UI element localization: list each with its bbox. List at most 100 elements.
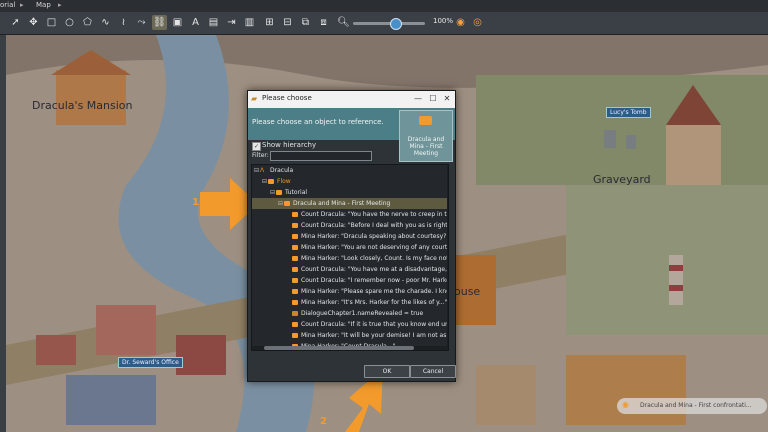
cancel-button[interactable]: Cancel	[410, 365, 456, 378]
tree-row[interactable]: Mina Harker: "It's Mrs. Harker for the l…	[252, 297, 448, 308]
dracula-logo-icon: Λ	[260, 167, 265, 174]
dialog-prompt: Please choose an object to reference.	[252, 118, 384, 126]
dialogue-line-icon	[292, 245, 298, 250]
location-label-mansion: Dracula's Mansion	[32, 99, 133, 112]
dialogue-pin-icon: ◉	[622, 400, 629, 409]
tree-row[interactable]: DialogueChapter1.nameRevealed = true	[252, 308, 448, 319]
ok-button[interactable]: OK	[364, 365, 410, 378]
show-hierarchy-label: Show hierarchy	[262, 141, 317, 149]
dialogue-line-icon	[292, 278, 298, 283]
bottom-reference-label: Dracula and Mina - First confrontati...	[640, 402, 752, 409]
visibility-icon[interactable]: ◉	[453, 15, 468, 30]
location-label-graveyard: Graveyard	[593, 173, 651, 186]
tree-row[interactable]: Mina Harker: "Dracula speaking about cou…	[252, 231, 449, 242]
dialogue-line-icon	[292, 212, 298, 217]
front-tool-icon[interactable]: ⧉	[298, 15, 313, 30]
tree-row[interactable]: Count Dracula: "If it is true that you k…	[252, 319, 449, 330]
menu-arrow-icon: ▸	[58, 1, 62, 9]
dialog-header: Please choose an object to reference. Dr…	[248, 108, 455, 162]
tree-row[interactable]: ⊟ Dracula and Mina - First Meeting	[252, 198, 448, 209]
tree-row-label: Dracula	[270, 167, 294, 174]
rectangle-tool-icon[interactable]: □	[44, 15, 59, 30]
dialogue-line-icon	[292, 333, 298, 338]
dialog-titlebar[interactable]: ▰ Please choose — ☐ ✕	[248, 91, 455, 108]
tree-row-label: Mina Harker: "Please spare me the charad…	[301, 288, 449, 295]
import-tool-icon[interactable]: ⇥	[224, 15, 239, 30]
pin-lucys-tomb[interactable]: Lucy's Tomb	[606, 107, 651, 118]
filter-label: Filter:	[252, 152, 269, 159]
tree-row-label: Tutorial	[285, 189, 308, 196]
tree-row[interactable]: Count Dracula: "You have me at a disadva…	[252, 264, 449, 275]
tree-row[interactable]: ⊟ Flow	[252, 176, 448, 187]
tree-row[interactable]: Mina Harker: "You are not deserving of a…	[252, 242, 449, 253]
text-tool-icon[interactable]: A	[188, 15, 203, 30]
tree-row-label: DialogueChapter1.nameRevealed = true	[301, 310, 424, 317]
annotation-number-2: 2	[320, 416, 327, 427]
curve-tool-icon[interactable]: ∿	[98, 15, 113, 30]
tree-row-label: Count Dracula: "You have me at a disadva…	[301, 266, 449, 273]
tree-row[interactable]: ⊟ Tutorial	[252, 187, 448, 198]
tree-vertical-scroll-thumb[interactable]	[448, 181, 449, 205]
dialogue-line-icon	[292, 223, 298, 228]
tree-row-label: Count Dracula: "Before I deal with you a…	[301, 222, 449, 229]
align-tool-icon[interactable]: ⊞	[262, 15, 277, 30]
flow-folder-icon	[276, 190, 282, 195]
tree-row-label: Mina Harker: "Look closely, Count. Is my…	[301, 255, 449, 262]
tree-row-label: Count Dracula: "You have the nerve to cr…	[301, 211, 449, 218]
dialogue-icon	[284, 201, 290, 206]
tree-row-label: Mina Harker: "It's Mrs. Harker for the l…	[301, 299, 448, 306]
pointer-tool-icon[interactable]: ➚	[8, 15, 23, 30]
tree-row[interactable]: Mina Harker: "Please spare me the charad…	[252, 286, 449, 297]
menu-tutorial[interactable]: orial	[0, 1, 15, 9]
please-choose-dialog: ▰ Please choose — ☐ ✕ Please choose an o…	[247, 90, 456, 382]
preview-label: Dracula and Mina - First Meeting	[407, 136, 445, 157]
tree-row[interactable]: Count Dracula: "You have the nerve to cr…	[252, 209, 449, 220]
filter-input[interactable]	[270, 151, 372, 161]
tree-row-label: Mina Harker: "It will be your demise! I …	[301, 332, 449, 339]
visibility-alt-icon[interactable]: ◎	[470, 15, 485, 30]
menu-map[interactable]: Map	[36, 1, 51, 9]
tree-row[interactable]: Count Dracula: "Before I deal with you a…	[252, 220, 449, 231]
dialogue-icon	[419, 116, 432, 125]
grid-tool-icon[interactable]: ⊟	[280, 15, 295, 30]
maximize-icon[interactable]: ☐	[428, 94, 438, 104]
image-tool-icon[interactable]: ▣	[170, 15, 185, 30]
pin-sewards-office[interactable]: Dr. Seward's Office	[118, 357, 183, 368]
tree-row[interactable]: Mina Harker: "Look closely, Count. Is my…	[252, 253, 449, 264]
path-tool-icon[interactable]: ⤳	[134, 15, 149, 30]
zoom-slider[interactable]	[353, 22, 425, 25]
polygon-tool-icon[interactable]: ⬠	[80, 15, 95, 30]
pan-tool-icon[interactable]: ✥	[26, 15, 41, 30]
circle-tool-icon[interactable]: ○	[62, 15, 77, 30]
show-hierarchy-checkbox[interactable]: ✓	[252, 142, 261, 151]
tree-row-label: Dracula and Mina - First Meeting	[293, 200, 391, 207]
instruction-icon	[292, 311, 298, 316]
tree-row-label: Flow	[277, 178, 291, 185]
spline-tool-icon[interactable]: ≀	[116, 15, 131, 30]
link-tool-icon[interactable]: ⛓	[152, 15, 167, 30]
app-icon: ▰	[251, 94, 258, 103]
minimize-icon[interactable]: —	[413, 94, 423, 104]
close-icon[interactable]: ✕	[442, 94, 452, 104]
tree-row-label: Mina Harker: "You are not deserving of a…	[301, 244, 449, 251]
zoom-level: 100%	[433, 17, 454, 25]
menu-arrow-icon: ▸	[20, 1, 24, 9]
tree-row-label: Mina Harker: "Dracula speaking about cou…	[301, 233, 449, 240]
zoom-slider-handle[interactable]	[390, 18, 402, 30]
back-tool-icon[interactable]: ⧈	[316, 15, 331, 30]
tree-row-label: Count Dracula: "I remember now - poor Mr…	[301, 277, 449, 284]
annotation-number-1: 1	[192, 197, 199, 208]
tree-horizontal-scroll-thumb[interactable]	[264, 346, 414, 350]
layer-tool-icon[interactable]: ▥	[242, 15, 257, 30]
flow-folder-icon	[268, 179, 274, 184]
dialogue-line-icon	[292, 267, 298, 272]
object-tree[interactable]: ⊟Λ Dracula ⊟ Flow ⊟ Tutorial ⊟ Dracula and Mina…	[251, 164, 449, 351]
tree-row[interactable]: ⊟Λ Dracula	[252, 165, 446, 176]
dialogue-line-icon	[292, 256, 298, 261]
zoom-icon[interactable]: 🔍︎	[336, 15, 351, 30]
selection-preview: Dracula and Mina - First Meeting	[399, 110, 453, 162]
tree-row-label: Count Dracula: "If it is true that you k…	[301, 321, 449, 328]
tree-row[interactable]: Mina Harker: "It will be your demise! I …	[252, 330, 449, 341]
tree-row[interactable]: Count Dracula: "I remember now - poor Mr…	[252, 275, 449, 286]
zone-tool-icon[interactable]: ▤	[206, 15, 221, 30]
